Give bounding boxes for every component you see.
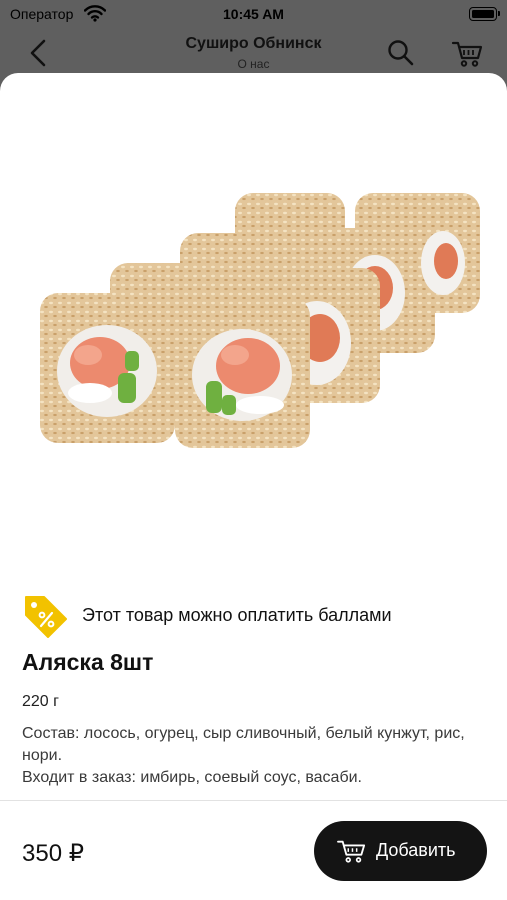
cart-icon[interactable]: [450, 36, 484, 70]
divider: [0, 800, 507, 801]
cart-icon: [337, 840, 366, 863]
battery-icon: [469, 7, 500, 21]
product-image: [40, 193, 480, 448]
product-description: Состав: лосось, огурец, сыр сливочный, б…: [22, 723, 482, 789]
product-ingredients: Состав: лосось, огурец, сыр сливочный, б…: [22, 725, 465, 764]
product-sheet: Этот товар можно оплатить баллами Аляска…: [0, 73, 507, 900]
product-weight: 220 г: [22, 693, 59, 710]
product-name: Аляска 8шт: [22, 649, 154, 675]
page-subtitle: О нас: [237, 57, 270, 71]
page-title: Суширо Обнинск: [185, 35, 322, 52]
add-to-cart-button[interactable]: Добавить: [314, 821, 487, 881]
product-price: 350 ₽: [22, 840, 84, 867]
points-note: Этот товар можно оплатить баллами: [22, 591, 492, 641]
search-icon[interactable]: [386, 38, 416, 68]
status-time: 10:45 AM: [223, 6, 284, 22]
product-included: Входит в заказ: имбирь, соевый соус, вас…: [22, 769, 362, 786]
percent-tag-icon: [25, 596, 67, 638]
add-button-label: Добавить: [376, 840, 456, 860]
points-note-text: Этот товар можно оплатить баллами: [82, 605, 392, 625]
status-bar: Оператор 10:45 AM: [0, 0, 507, 30]
